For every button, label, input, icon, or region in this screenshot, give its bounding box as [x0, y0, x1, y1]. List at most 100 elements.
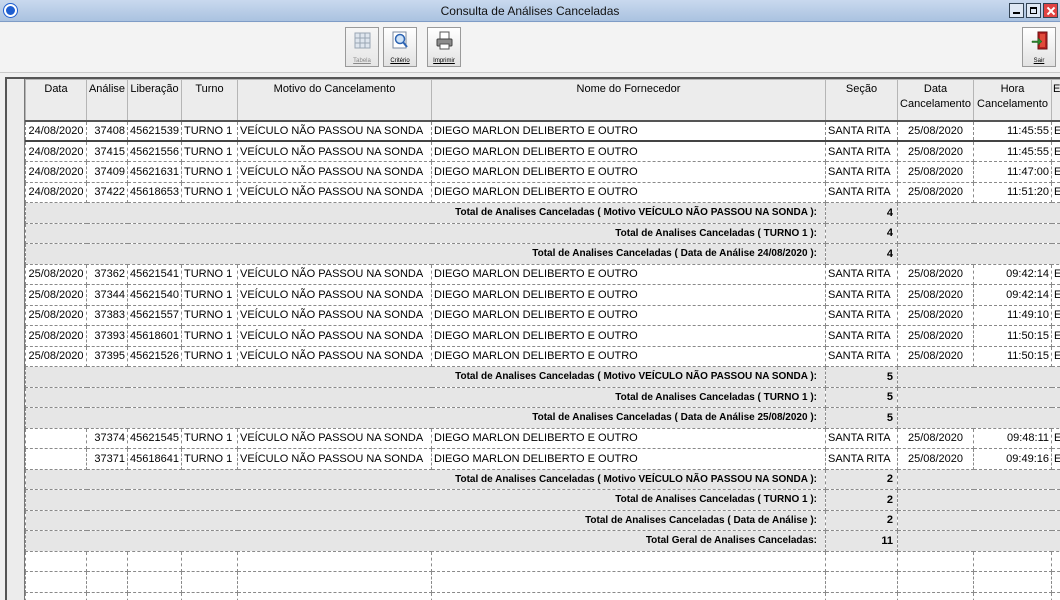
- cell-liberacao[interactable]: 45621545: [127, 427, 182, 449]
- cell-data[interactable]: 25/08/2020: [25, 263, 87, 285]
- col-header-data[interactable]: Data: [25, 79, 87, 122]
- total-row[interactable]: Total de Analises Canceladas ( TURNO 1 )…: [25, 386, 1060, 408]
- cell-motivo[interactable]: VEÍCULO NÃO PASSOU NA SONDA: [237, 427, 432, 449]
- col-header-extra[interactable]: E: [1051, 79, 1060, 122]
- total-row[interactable]: Total de Analises Canceladas ( Motivo VE…: [25, 366, 1060, 388]
- total-row[interactable]: Total de Analises Canceladas ( Motivo VE…: [25, 202, 1060, 224]
- empty-cell[interactable]: [431, 571, 826, 593]
- total-row[interactable]: Total de Analises Canceladas ( Data de A…: [25, 407, 1060, 429]
- empty-cell[interactable]: [237, 591, 432, 600]
- cell-motivo[interactable]: VEÍCULO NÃO PASSOU NA SONDA: [237, 181, 432, 203]
- cell-secao[interactable]: SANTA RITA: [825, 304, 898, 326]
- cell-data-canc[interactable]: 25/08/2020: [897, 304, 974, 326]
- table-row[interactable]: 24/08/2020 37409 45621631 TURNO 1 VEÍCULO NÃ…: [25, 161, 1060, 183]
- cell-liberacao[interactable]: 45621540: [127, 284, 182, 306]
- cell-extra[interactable]: E: [1051, 325, 1060, 347]
- minimize-button[interactable]: [1009, 3, 1024, 18]
- cell-motivo[interactable]: VEÍCULO NÃO PASSOU NA SONDA: [237, 325, 432, 347]
- cell-turno[interactable]: TURNO 1: [181, 448, 238, 470]
- cell-analise[interactable]: 37383: [86, 304, 128, 326]
- cell-extra[interactable]: E: [1051, 263, 1060, 285]
- maximize-button[interactable]: [1026, 3, 1041, 18]
- cell-analise[interactable]: 37344: [86, 284, 128, 306]
- total-row[interactable]: Total de Analises Canceladas ( Motivo VE…: [25, 468, 1060, 490]
- empty-cell[interactable]: [237, 550, 432, 572]
- tabela-button[interactable]: Tabela: [345, 27, 379, 67]
- cell-fornecedor[interactable]: DIEGO MARLON DELIBERTO E OUTRO: [431, 325, 826, 347]
- cell-secao[interactable]: SANTA RITA: [825, 427, 898, 449]
- empty-cell[interactable]: [825, 591, 898, 600]
- empty-cell[interactable]: [86, 571, 128, 593]
- sair-button[interactable]: Sair: [1022, 27, 1056, 67]
- cell-fornecedor[interactable]: DIEGO MARLON DELIBERTO E OUTRO: [431, 161, 826, 183]
- cell-hora-canc[interactable]: 09:49:16: [973, 448, 1052, 470]
- cell-turno[interactable]: TURNO 1: [181, 345, 238, 367]
- empty-cell[interactable]: [1051, 550, 1060, 572]
- cell-motivo[interactable]: VEÍCULO NÃO PASSOU NA SONDA: [237, 140, 432, 162]
- cell-liberacao[interactable]: 45621631: [127, 161, 182, 183]
- cell-secao[interactable]: SANTA RITA: [825, 140, 898, 162]
- col-header-secao[interactable]: Seção: [825, 79, 898, 122]
- total-row[interactable]: Total de Analises Canceladas ( Data de A…: [25, 509, 1060, 531]
- total-row[interactable]: Total de Analises Canceladas ( Data de A…: [25, 243, 1060, 265]
- cell-hora-canc[interactable]: 09:42:14: [973, 284, 1052, 306]
- cell-liberacao[interactable]: 45621557: [127, 304, 182, 326]
- empty-cell[interactable]: [127, 571, 182, 593]
- cell-turno[interactable]: TURNO 1: [181, 304, 238, 326]
- cell-analise[interactable]: 37422: [86, 181, 128, 203]
- empty-cell[interactable]: [1051, 591, 1060, 600]
- cell-liberacao[interactable]: 45621556: [127, 140, 182, 162]
- table-row[interactable]: 24/08/2020 37415 45621556 TURNO 1 VEÍCULO NÃ…: [25, 140, 1060, 162]
- empty-cell[interactable]: [973, 591, 1052, 600]
- cell-hora-canc[interactable]: 11:45:55: [973, 119, 1052, 142]
- cell-extra[interactable]: E: [1051, 140, 1060, 162]
- empty-cell[interactable]: [897, 571, 974, 593]
- empty-cell[interactable]: [181, 571, 238, 593]
- cell-analise[interactable]: 37415: [86, 140, 128, 162]
- empty-cell[interactable]: [181, 550, 238, 572]
- results-grid[interactable]: Data Análise Liberação Turno Motivo do C…: [5, 77, 1060, 600]
- cell-hora-canc[interactable]: 11:47:00: [973, 161, 1052, 183]
- table-row[interactable]: 25/08/2020 37344 45621540 TURNO 1 VEÍCULO NÃ…: [25, 284, 1060, 306]
- table-row[interactable]: 37374 45621545 TURNO 1 VEÍCULO NÃO PASSOU N…: [25, 427, 1060, 449]
- cell-data-canc[interactable]: 25/08/2020: [897, 325, 974, 347]
- close-button[interactable]: [1043, 3, 1058, 18]
- cell-analise[interactable]: 37409: [86, 161, 128, 183]
- empty-cell[interactable]: [431, 591, 826, 600]
- cell-data-canc[interactable]: 25/08/2020: [897, 140, 974, 162]
- table-row[interactable]: 25/08/2020 37362 45621541 TURNO 1 VEÍCULO NÃ…: [25, 263, 1060, 285]
- empty-cell[interactable]: [25, 550, 87, 572]
- cell-analise[interactable]: 37371: [86, 448, 128, 470]
- empty-row[interactable]: [25, 550, 1060, 572]
- cell-data-canc[interactable]: 25/08/2020: [897, 448, 974, 470]
- cell-extra[interactable]: E: [1051, 181, 1060, 203]
- cell-motivo[interactable]: VEÍCULO NÃO PASSOU NA SONDA: [237, 345, 432, 367]
- empty-cell[interactable]: [127, 550, 182, 572]
- table-row[interactable]: 25/08/2020 37395 45621526 TURNO 1 VEÍCULO NÃ…: [25, 345, 1060, 367]
- col-header-data-cancelamento[interactable]: Data Cancelamento: [897, 79, 974, 122]
- cell-secao[interactable]: SANTA RITA: [825, 263, 898, 285]
- col-header-fornecedor[interactable]: Nome do Fornecedor: [431, 79, 826, 122]
- cell-data-canc[interactable]: 25/08/2020: [897, 181, 974, 203]
- criterio-button[interactable]: Critério: [383, 27, 417, 67]
- imprimir-button[interactable]: Imprimir: [427, 27, 461, 67]
- cell-turno[interactable]: TURNO 1: [181, 284, 238, 306]
- cell-fornecedor[interactable]: DIEGO MARLON DELIBERTO E OUTRO: [431, 284, 826, 306]
- cell-extra[interactable]: E: [1051, 119, 1060, 142]
- cell-motivo[interactable]: VEÍCULO NÃO PASSOU NA SONDA: [237, 284, 432, 306]
- empty-cell[interactable]: [973, 550, 1052, 572]
- cell-data[interactable]: [25, 427, 87, 449]
- cell-hora-canc[interactable]: 11:45:55: [973, 140, 1052, 162]
- table-row[interactable]: 24/08/2020 37422 45618653 TURNO 1 VEÍCULO NÃ…: [25, 181, 1060, 203]
- cell-data-canc[interactable]: 25/08/2020: [897, 427, 974, 449]
- empty-cell[interactable]: [25, 591, 87, 600]
- cell-hora-canc[interactable]: 11:49:10: [973, 304, 1052, 326]
- cell-data[interactable]: [25, 448, 87, 470]
- col-header-turno[interactable]: Turno: [181, 79, 238, 122]
- cell-liberacao[interactable]: 45618653: [127, 181, 182, 203]
- cell-motivo[interactable]: VEÍCULO NÃO PASSOU NA SONDA: [237, 304, 432, 326]
- cell-data-canc[interactable]: 25/08/2020: [897, 119, 974, 142]
- table-row[interactable]: 37371 45618641 TURNO 1 VEÍCULO NÃO PASSOU N…: [25, 448, 1060, 470]
- cell-extra[interactable]: E: [1051, 427, 1060, 449]
- cell-turno[interactable]: TURNO 1: [181, 181, 238, 203]
